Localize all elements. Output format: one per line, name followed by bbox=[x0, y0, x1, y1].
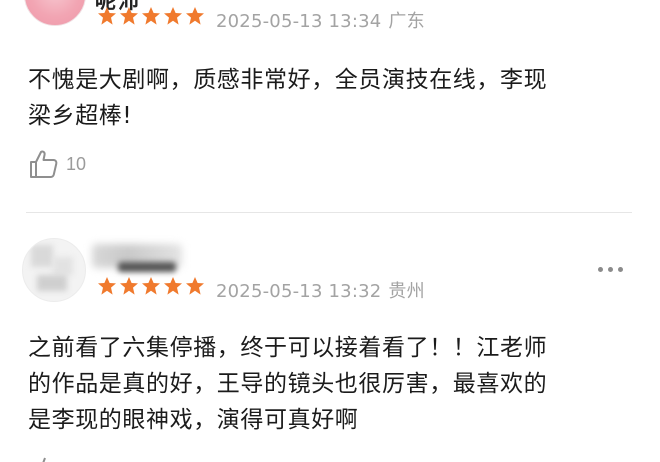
comment-line: 不愧是大剧啊，质感非常好，全员演技在线，李现 bbox=[28, 67, 548, 93]
star-icon bbox=[98, 7, 116, 25]
avatar-blur bbox=[37, 275, 67, 291]
thumbs-up-icon bbox=[30, 150, 58, 178]
comment-line: 梁乡超棒! bbox=[28, 103, 133, 129]
star-icon bbox=[120, 7, 138, 25]
star-icon bbox=[142, 277, 160, 295]
like-count: 10 bbox=[66, 153, 87, 174]
avatar[interactable] bbox=[22, 238, 86, 302]
more-dot bbox=[608, 267, 613, 272]
thumbs-up-icon[interactable] bbox=[30, 456, 60, 462]
star-icon bbox=[120, 277, 138, 295]
comment-line: 的作品是真的好，王导的镜头也很厉害，最喜欢的 bbox=[28, 371, 548, 397]
comment-date: 2025-05-13 13:34 bbox=[216, 11, 382, 32]
star-rating bbox=[97, 6, 205, 26]
like-button[interactable]: 10 bbox=[28, 148, 86, 180]
avatar[interactable] bbox=[24, 0, 86, 26]
comment-divider bbox=[26, 212, 632, 213]
star-icon bbox=[186, 7, 204, 25]
more-dot bbox=[618, 267, 623, 272]
comment-meta: 2025-05-13 13:32 贵州 bbox=[216, 277, 425, 303]
comment-meta: 2025-05-13 13:34 广东 bbox=[216, 7, 425, 33]
more-dots-icon bbox=[598, 267, 603, 272]
comment-line: 之前看了六集停播，终于可以接着看了！！江老师 bbox=[28, 335, 548, 361]
star-rating bbox=[97, 276, 205, 296]
comment-region: 贵州 bbox=[388, 281, 425, 302]
star-icon bbox=[142, 7, 160, 25]
star-icon bbox=[98, 277, 116, 295]
username-blurred bbox=[118, 262, 176, 272]
star-icon bbox=[164, 7, 182, 25]
comment-date: 2025-05-13 13:32 bbox=[216, 281, 382, 302]
comment-line: 是李现的眼神戏，演得可真好啊 bbox=[28, 407, 359, 433]
avatar-blur bbox=[31, 245, 53, 267]
star-icon bbox=[164, 277, 182, 295]
comment-text: 不愧是大剧啊，质感非常好，全员演技在线，李现 梁乡超棒! bbox=[28, 62, 638, 134]
comment-region: 广东 bbox=[388, 11, 425, 32]
avatar-blur bbox=[53, 257, 73, 275]
star-icon bbox=[186, 277, 204, 295]
more-options-button[interactable] bbox=[598, 267, 623, 272]
comment-text: 之前看了六集停播，终于可以接着看了！！江老师 的作品是真的好，王导的镜头也很厉害… bbox=[28, 330, 638, 438]
comment-feed: 呢沛 2025-05-13 13:34 广东 不愧是大剧啊，质感非常好，全员演技在… bbox=[0, 0, 660, 462]
